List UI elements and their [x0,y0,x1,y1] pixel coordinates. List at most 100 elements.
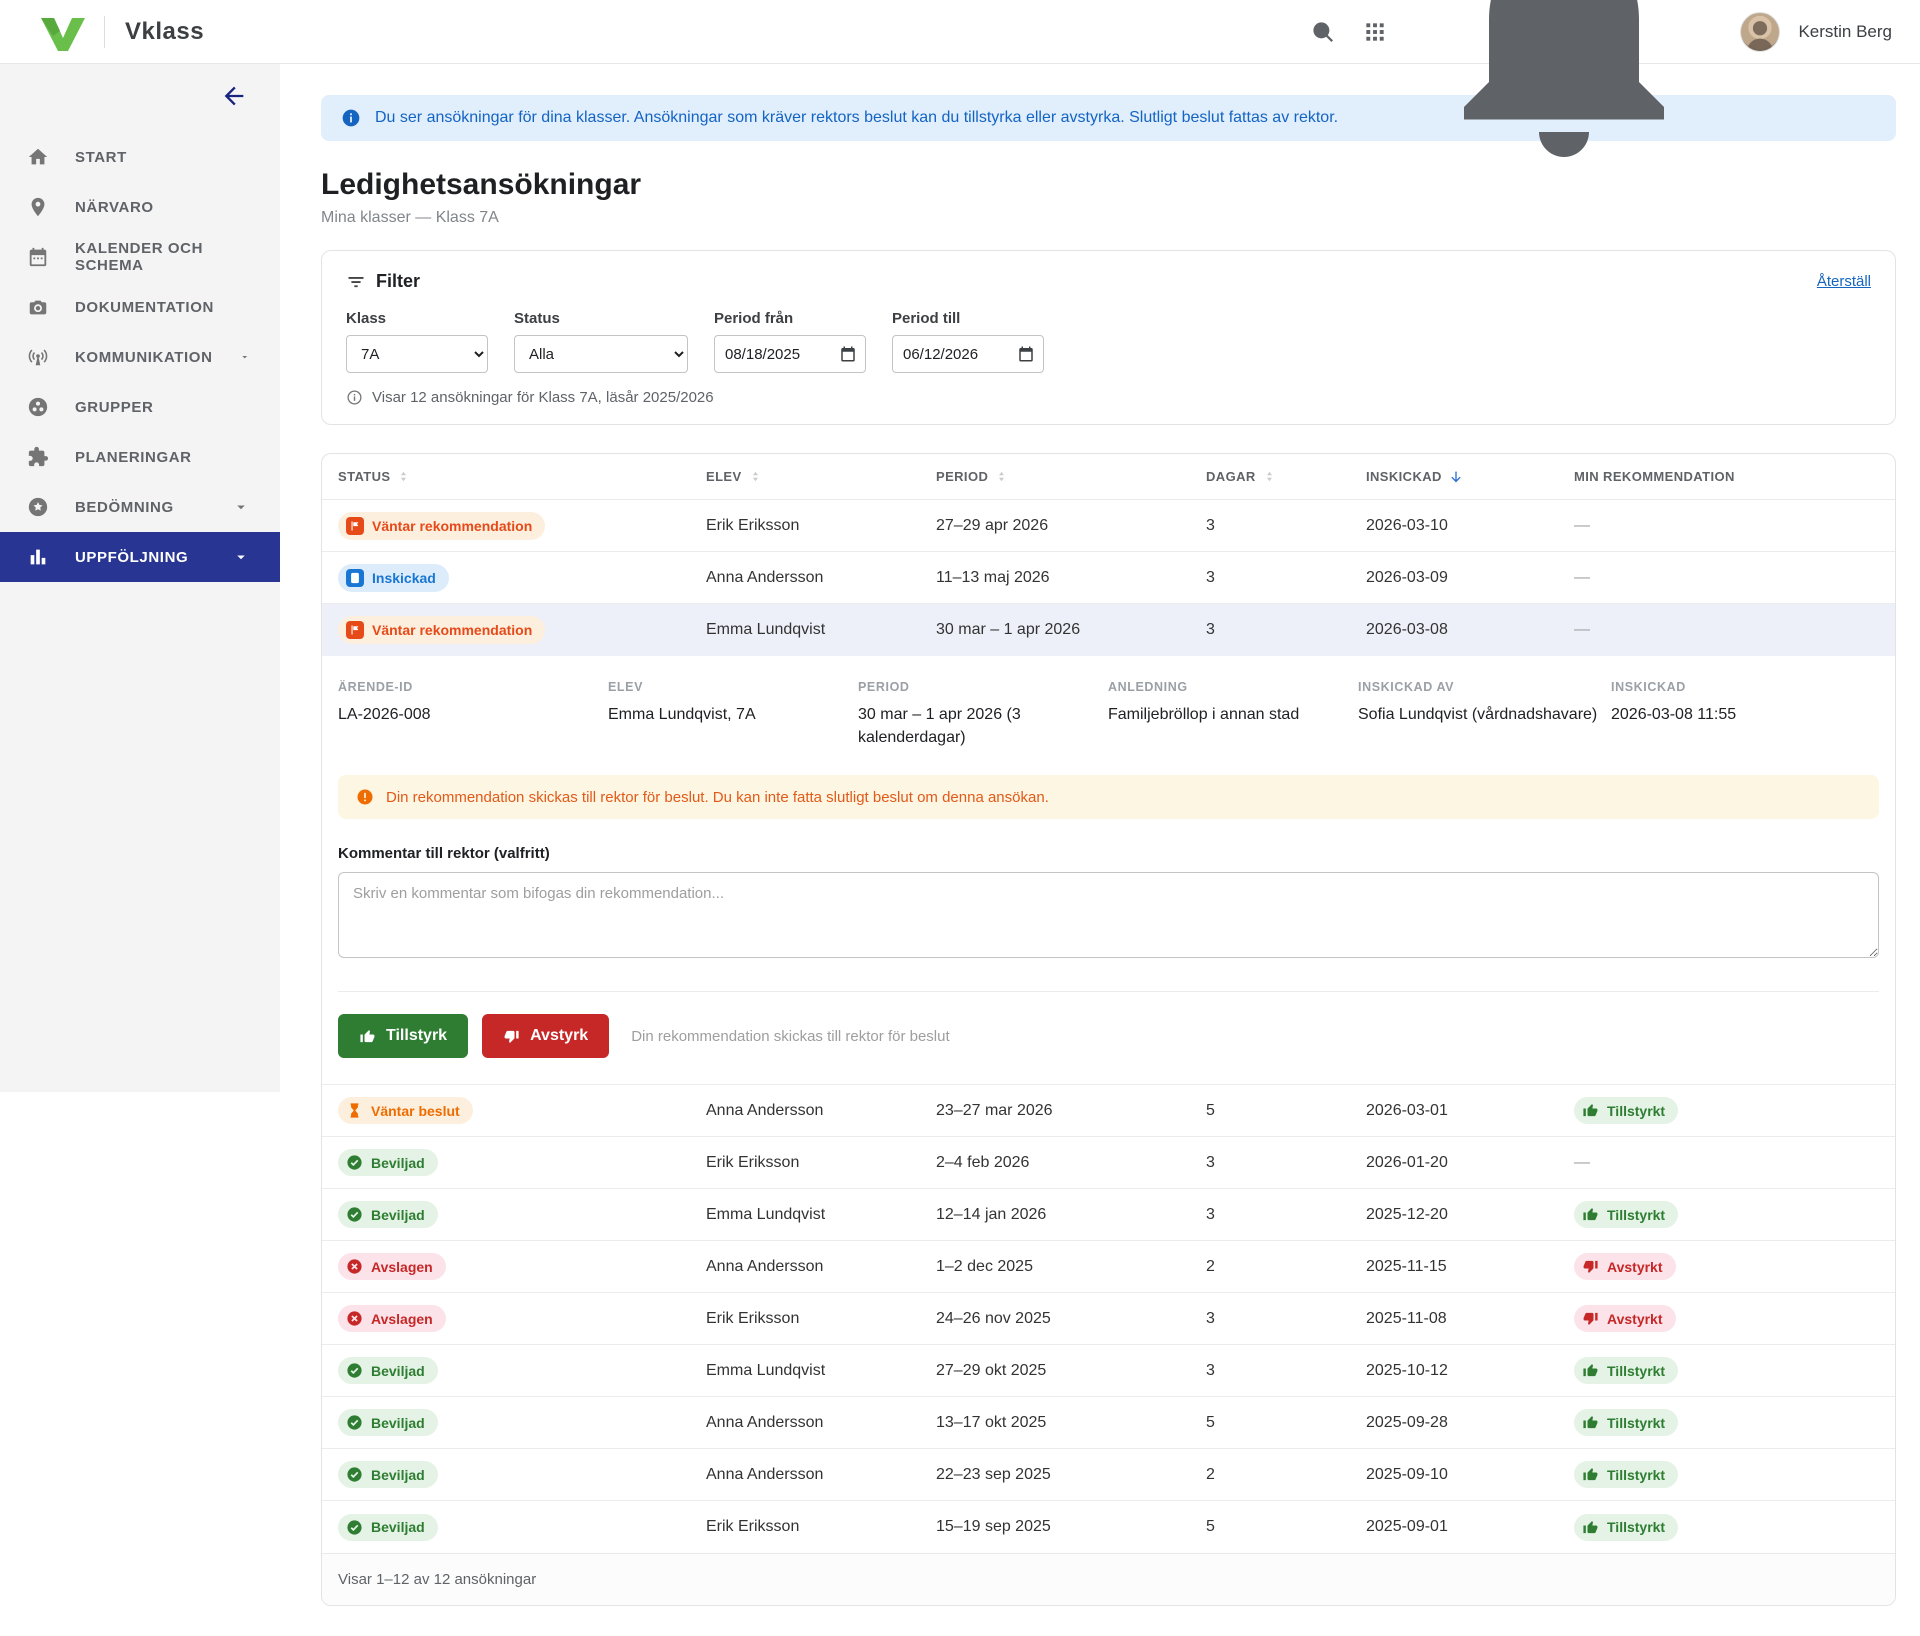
student-name-cell: Erik Eriksson [706,1518,936,1536]
period-from-field: Period från [714,310,866,373]
warning-text: Din rekommendation skickas till rektor f… [386,789,1049,806]
status-badge-approved: Beviljad [338,1149,438,1176]
table-rows-bottom: Väntar beslutAnna Andersson23–27 mar 202… [322,1085,1895,1553]
application-detail-panel: ÄRENDE-IDLA-2026-008ELEVEmma Lundqvist, … [322,656,1895,1085]
column-header-elev[interactable]: ELEV [706,469,936,484]
submitted-date-cell: 2026-01-20 [1366,1154,1574,1172]
comment-textarea[interactable] [338,872,1879,958]
recommendation-cell: Tillstyrkt [1574,1357,1879,1384]
detail-field-inskickad: INSKICKAD2026-03-08 11:55 [1611,680,1879,749]
detail-field-value: Emma Lundqvist, 7A [608,703,858,726]
table-header: STATUSELEVPERIODDAGARINSKICKADMIN REKOMM… [322,454,1895,500]
period-cell: 24–26 nov 2025 [936,1310,1206,1328]
application-row[interactable]: Väntar rekommendationErik Eriksson27–29 … [322,500,1895,552]
class-filter-label: Klass [346,310,488,327]
days-cell: 2 [1206,1258,1366,1276]
main-content: Du ser ansökningar för dina klasser. Ans… [280,64,1920,1636]
status-badge-approved: Beviljad [338,1357,438,1384]
submitted-date-cell: 2025-10-12 [1366,1362,1574,1380]
application-row[interactable]: BeviljadEmma Lundqvist27–29 okt 20253202… [322,1345,1895,1397]
sidebar-item-uppf-ljning[interactable]: Uppföljning [0,532,280,582]
vklass-logo-icon [40,12,86,52]
sidebar-item-kalender-och-schema[interactable]: Kalender och schema [0,232,280,282]
application-row[interactable]: BeviljadAnna Andersson13–17 okt 20255202… [322,1397,1895,1449]
column-header-inskickad[interactable]: INSKICKAD [1366,469,1574,485]
period-cell: 23–27 mar 2026 [936,1102,1206,1120]
sidebar-item-label: Uppföljning [75,549,188,566]
recommendation-cell: Tillstyrkt [1574,1201,1879,1228]
collapse-sidebar-button[interactable] [220,82,248,110]
student-name-cell: Emma Lundqvist [706,621,936,639]
period-cell: 15–19 sep 2025 [936,1518,1206,1536]
sort-desc-icon [1448,469,1464,485]
check-circle-icon [346,1154,363,1171]
student-name-cell: Anna Andersson [706,569,936,587]
application-row[interactable]: BeviljadErik Eriksson15–19 sep 202552025… [322,1501,1895,1553]
sidebar-item-kommunikation[interactable]: Kommunikation [0,332,280,382]
application-row[interactable]: Väntar beslutAnna Andersson23–27 mar 202… [322,1085,1895,1137]
search-icon[interactable] [1310,19,1336,45]
days-cell: 5 [1206,1414,1366,1432]
days-cell: 3 [1206,1362,1366,1380]
filter-panel: Filter Återställ Klass 7A Status Alla [321,250,1896,425]
class-select[interactable]: 7A [346,335,488,373]
period-cell: 27–29 apr 2026 [936,517,1206,535]
detail-field-arende-id: ÄRENDE-IDLA-2026-008 [338,680,608,749]
column-header-dagar[interactable]: DAGAR [1206,469,1366,484]
application-row[interactable]: Väntar rekommendationEmma Lundqvist30 ma… [322,604,1895,656]
sidebar-item-label: Planeringar [75,449,192,466]
student-name-cell: Emma Lundqvist [706,1206,936,1224]
detail-field-label: PERIOD [858,680,1108,694]
period-from-label: Period från [714,310,866,327]
sidebar-item-label: Kalender och schema [75,240,250,274]
check-circle-icon [346,1206,363,1223]
detail-field-inskickad-av: INSKICKAD AVSofia Lundqvist (vårdnadshav… [1358,680,1611,749]
application-row[interactable]: BeviljadErik Eriksson2–4 feb 202632026-0… [322,1137,1895,1189]
detail-field-label: INSKICKAD AV [1358,680,1611,694]
status-badge-approved: Beviljad [338,1201,438,1228]
calendar-icon[interactable] [839,345,857,363]
column-header-status[interactable]: STATUS [338,469,706,484]
approve-button[interactable]: Tillstyrk [338,1014,468,1058]
sidebar-item-label: Närvaro [75,199,154,216]
applications-table: STATUSELEVPERIODDAGARINSKICKADMIN REKOMM… [321,453,1896,1606]
detail-field-label: ANLEDNING [1108,680,1358,694]
apps-grid-icon[interactable] [1362,19,1388,45]
period-cell: 11–13 maj 2026 [936,569,1206,587]
application-row[interactable]: InskickadAnna Andersson11–13 maj 2026320… [322,552,1895,604]
column-header-period[interactable]: PERIOD [936,469,1206,484]
thumb-up-icon [1582,1414,1599,1431]
submitted-date-cell: 2025-09-01 [1366,1518,1574,1536]
application-row[interactable]: BeviljadEmma Lundqvist12–14 jan 20263202… [322,1189,1895,1241]
puzzle-icon [27,446,49,468]
sidebar-item-n-rvaro[interactable]: Närvaro [0,182,280,232]
info-outline-icon [346,389,363,406]
comment-label: Kommentar till rektor (valfritt) [338,845,1879,862]
status-badge-rec-no: Avstyrkt [1574,1253,1676,1280]
status-select[interactable]: Alla [514,335,688,373]
notifications-button[interactable]: 1 [1414,0,1714,182]
reset-filter-link[interactable]: Återställ [1817,273,1871,290]
avatar[interactable] [1740,12,1780,52]
sidebar: Start Närvaro Kalender och schema Dokumenta… [0,64,280,1092]
filter-result-info: Visar 12 ansökningar för Klass 7A, läsår… [346,389,1871,406]
application-row[interactable]: AvslagenErik Eriksson24–26 nov 202532025… [322,1293,1895,1345]
detail-fields: ÄRENDE-IDLA-2026-008ELEVEmma Lundqvist, … [338,680,1879,749]
calendar-icon[interactable] [1017,345,1035,363]
sidebar-item-dokumentation[interactable]: Dokumentation [0,282,280,332]
sidebar-item-grupper[interactable]: Grupper [0,382,280,432]
student-name-cell: Erik Eriksson [706,1310,936,1328]
sidebar-item-bed-mning[interactable]: Bedömning [0,482,280,532]
days-cell: 3 [1206,569,1366,587]
reject-button[interactable]: Avstyrk [482,1014,609,1058]
status-badge-rec-yes: Tillstyrkt [1574,1409,1678,1436]
application-row[interactable]: AvslagenAnna Andersson1–2 dec 202522025-… [322,1241,1895,1293]
sidebar-item-planeringar[interactable]: Planeringar [0,432,280,482]
sidebar-item-start[interactable]: Start [0,132,280,182]
application-row[interactable]: BeviljadAnna Andersson22–23 sep 20252202… [322,1449,1895,1501]
table-footer: Visar 1–12 av 12 ansökningar [322,1553,1895,1605]
status-badge-pending-decision: Väntar beslut [338,1097,473,1124]
status-filter-field: Status Alla [514,310,688,373]
days-cell: 3 [1206,1154,1366,1172]
thumb-up-icon [359,1028,376,1045]
